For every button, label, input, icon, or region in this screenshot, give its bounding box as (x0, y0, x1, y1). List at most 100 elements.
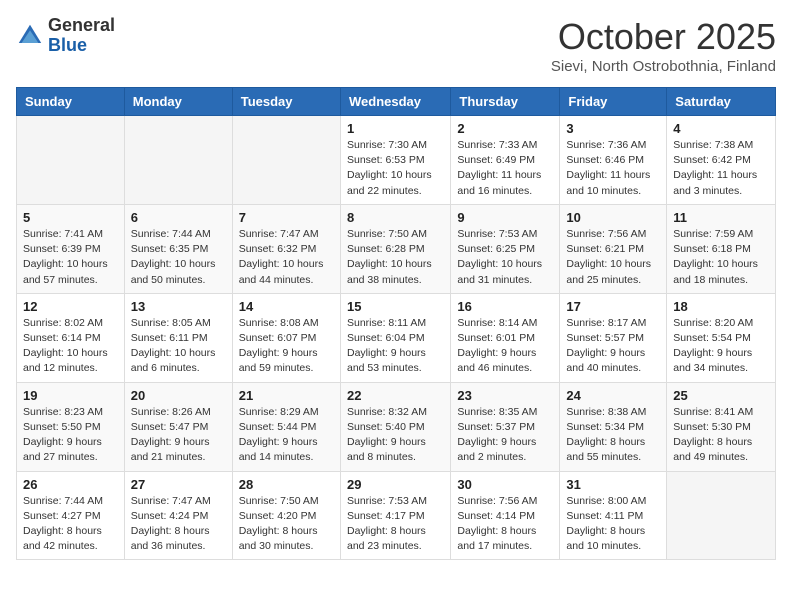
calendar-cell (17, 116, 125, 205)
calendar-cell (667, 471, 776, 560)
day-detail: Sunrise: 7:47 AMSunset: 6:32 PMDaylight:… (239, 227, 334, 288)
day-number: 16 (457, 299, 553, 314)
calendar-cell: 4 Sunrise: 7:38 AMSunset: 6:42 PMDayligh… (667, 116, 776, 205)
calendar-cell: 2 Sunrise: 7:33 AMSunset: 6:49 PMDayligh… (451, 116, 560, 205)
day-detail: Sunrise: 8:32 AMSunset: 5:40 PMDaylight:… (347, 405, 444, 466)
day-detail: Sunrise: 7:44 AMSunset: 4:27 PMDaylight:… (23, 494, 118, 555)
day-detail: Sunrise: 8:26 AMSunset: 5:47 PMDaylight:… (131, 405, 226, 466)
header-sunday: Sunday (17, 88, 125, 116)
logo-icon (16, 22, 44, 50)
header-saturday: Saturday (667, 88, 776, 116)
day-number: 20 (131, 388, 226, 403)
calendar-cell: 14 Sunrise: 8:08 AMSunset: 6:07 PMDaylig… (232, 293, 340, 382)
calendar-week-3: 12 Sunrise: 8:02 AMSunset: 6:14 PMDaylig… (17, 293, 776, 382)
calendar-cell: 18 Sunrise: 8:20 AMSunset: 5:54 PMDaylig… (667, 293, 776, 382)
header-friday: Friday (560, 88, 667, 116)
calendar-cell: 15 Sunrise: 8:11 AMSunset: 6:04 PMDaylig… (340, 293, 450, 382)
day-detail: Sunrise: 7:53 AMSunset: 6:25 PMDaylight:… (457, 227, 553, 288)
day-detail: Sunrise: 8:14 AMSunset: 6:01 PMDaylight:… (457, 316, 553, 377)
day-number: 21 (239, 388, 334, 403)
header-tuesday: Tuesday (232, 88, 340, 116)
day-number: 22 (347, 388, 444, 403)
calendar-cell: 21 Sunrise: 8:29 AMSunset: 5:44 PMDaylig… (232, 382, 340, 471)
day-number: 27 (131, 477, 226, 492)
day-number: 29 (347, 477, 444, 492)
day-number: 24 (566, 388, 660, 403)
day-number: 13 (131, 299, 226, 314)
day-detail: Sunrise: 8:08 AMSunset: 6:07 PMDaylight:… (239, 316, 334, 377)
day-number: 15 (347, 299, 444, 314)
day-detail: Sunrise: 7:56 AMSunset: 6:21 PMDaylight:… (566, 227, 660, 288)
month-title: October 2025 (551, 16, 776, 58)
calendar-cell (232, 116, 340, 205)
day-number: 4 (673, 121, 769, 136)
calendar-table: Sunday Monday Tuesday Wednesday Thursday… (16, 87, 776, 560)
calendar-cell: 10 Sunrise: 7:56 AMSunset: 6:21 PMDaylig… (560, 204, 667, 293)
day-detail: Sunrise: 7:47 AMSunset: 4:24 PMDaylight:… (131, 494, 226, 555)
day-number: 30 (457, 477, 553, 492)
logo-text: General Blue (48, 16, 115, 56)
page-header: General Blue October 2025 Sievi, North O… (16, 16, 776, 75)
calendar-cell: 20 Sunrise: 8:26 AMSunset: 5:47 PMDaylig… (124, 382, 232, 471)
calendar-cell: 22 Sunrise: 8:32 AMSunset: 5:40 PMDaylig… (340, 382, 450, 471)
logo: General Blue (16, 16, 115, 56)
calendar-cell: 6 Sunrise: 7:44 AMSunset: 6:35 PMDayligh… (124, 204, 232, 293)
day-number: 26 (23, 477, 118, 492)
day-number: 5 (23, 210, 118, 225)
day-detail: Sunrise: 7:56 AMSunset: 4:14 PMDaylight:… (457, 494, 553, 555)
calendar-cell: 16 Sunrise: 8:14 AMSunset: 6:01 PMDaylig… (451, 293, 560, 382)
calendar-cell: 31 Sunrise: 8:00 AMSunset: 4:11 PMDaylig… (560, 471, 667, 560)
day-detail: Sunrise: 8:23 AMSunset: 5:50 PMDaylight:… (23, 405, 118, 466)
day-detail: Sunrise: 8:41 AMSunset: 5:30 PMDaylight:… (673, 405, 769, 466)
header-wednesday: Wednesday (340, 88, 450, 116)
calendar-cell: 24 Sunrise: 8:38 AMSunset: 5:34 PMDaylig… (560, 382, 667, 471)
logo-general-text: General (48, 16, 115, 36)
calendar-week-1: 1 Sunrise: 7:30 AMSunset: 6:53 PMDayligh… (17, 116, 776, 205)
day-number: 17 (566, 299, 660, 314)
calendar-week-2: 5 Sunrise: 7:41 AMSunset: 6:39 PMDayligh… (17, 204, 776, 293)
day-number: 6 (131, 210, 226, 225)
day-detail: Sunrise: 7:33 AMSunset: 6:49 PMDaylight:… (457, 138, 553, 199)
day-number: 11 (673, 210, 769, 225)
calendar-cell: 13 Sunrise: 8:05 AMSunset: 6:11 PMDaylig… (124, 293, 232, 382)
day-number: 7 (239, 210, 334, 225)
day-number: 1 (347, 121, 444, 136)
day-detail: Sunrise: 7:30 AMSunset: 6:53 PMDaylight:… (347, 138, 444, 199)
day-number: 12 (23, 299, 118, 314)
day-detail: Sunrise: 7:44 AMSunset: 6:35 PMDaylight:… (131, 227, 226, 288)
calendar-cell: 1 Sunrise: 7:30 AMSunset: 6:53 PMDayligh… (340, 116, 450, 205)
calendar-header-row: Sunday Monday Tuesday Wednesday Thursday… (17, 88, 776, 116)
day-detail: Sunrise: 7:36 AMSunset: 6:46 PMDaylight:… (566, 138, 660, 199)
calendar-cell: 27 Sunrise: 7:47 AMSunset: 4:24 PMDaylig… (124, 471, 232, 560)
calendar-cell: 5 Sunrise: 7:41 AMSunset: 6:39 PMDayligh… (17, 204, 125, 293)
day-detail: Sunrise: 8:00 AMSunset: 4:11 PMDaylight:… (566, 494, 660, 555)
calendar-cell: 30 Sunrise: 7:56 AMSunset: 4:14 PMDaylig… (451, 471, 560, 560)
logo-blue-text: Blue (48, 36, 115, 56)
calendar-cell: 19 Sunrise: 8:23 AMSunset: 5:50 PMDaylig… (17, 382, 125, 471)
day-number: 2 (457, 121, 553, 136)
day-number: 31 (566, 477, 660, 492)
calendar-cell: 7 Sunrise: 7:47 AMSunset: 6:32 PMDayligh… (232, 204, 340, 293)
day-detail: Sunrise: 7:53 AMSunset: 4:17 PMDaylight:… (347, 494, 444, 555)
calendar-cell: 11 Sunrise: 7:59 AMSunset: 6:18 PMDaylig… (667, 204, 776, 293)
day-detail: Sunrise: 8:02 AMSunset: 6:14 PMDaylight:… (23, 316, 118, 377)
day-detail: Sunrise: 7:50 AMSunset: 4:20 PMDaylight:… (239, 494, 334, 555)
calendar-cell: 3 Sunrise: 7:36 AMSunset: 6:46 PMDayligh… (560, 116, 667, 205)
calendar-cell (124, 116, 232, 205)
calendar-cell: 29 Sunrise: 7:53 AMSunset: 4:17 PMDaylig… (340, 471, 450, 560)
day-number: 28 (239, 477, 334, 492)
header-thursday: Thursday (451, 88, 560, 116)
day-number: 18 (673, 299, 769, 314)
calendar-cell: 12 Sunrise: 8:02 AMSunset: 6:14 PMDaylig… (17, 293, 125, 382)
day-detail: Sunrise: 7:59 AMSunset: 6:18 PMDaylight:… (673, 227, 769, 288)
day-number: 9 (457, 210, 553, 225)
day-detail: Sunrise: 8:29 AMSunset: 5:44 PMDaylight:… (239, 405, 334, 466)
day-detail: Sunrise: 8:11 AMSunset: 6:04 PMDaylight:… (347, 316, 444, 377)
day-number: 25 (673, 388, 769, 403)
day-number: 8 (347, 210, 444, 225)
day-detail: Sunrise: 8:38 AMSunset: 5:34 PMDaylight:… (566, 405, 660, 466)
calendar-cell: 17 Sunrise: 8:17 AMSunset: 5:57 PMDaylig… (560, 293, 667, 382)
calendar-cell: 9 Sunrise: 7:53 AMSunset: 6:25 PMDayligh… (451, 204, 560, 293)
calendar-week-4: 19 Sunrise: 8:23 AMSunset: 5:50 PMDaylig… (17, 382, 776, 471)
calendar-cell: 26 Sunrise: 7:44 AMSunset: 4:27 PMDaylig… (17, 471, 125, 560)
